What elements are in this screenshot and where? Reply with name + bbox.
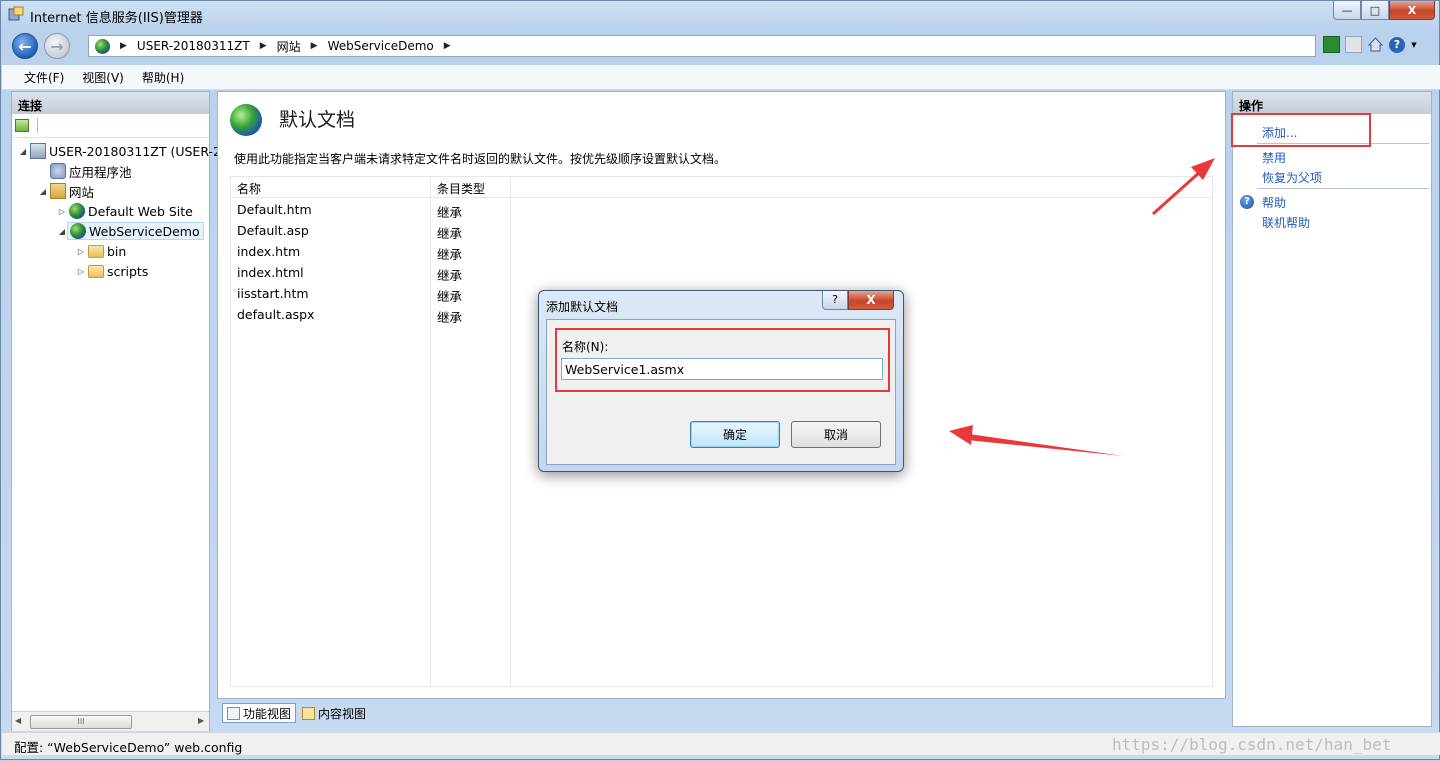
- arrow-to-dialog: [949, 425, 1123, 456]
- annotation-arrows: [949, 158, 1215, 456]
- app-window: Internet 信息服务(IIS)管理器 — □ X ← → ▶ USER-2…: [0, 0, 1440, 760]
- arrow-to-add-action: [1151, 158, 1215, 216]
